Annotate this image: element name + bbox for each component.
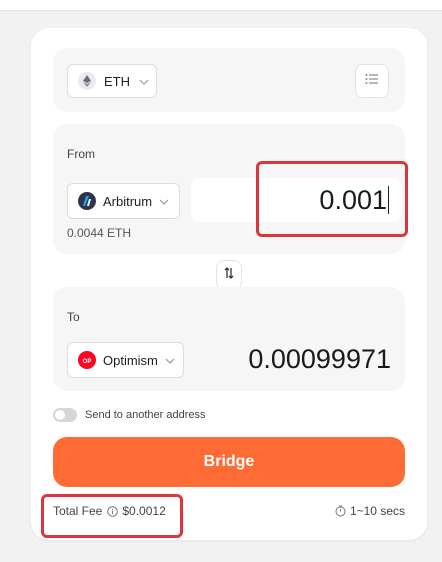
send-toggle-label: Send to another address bbox=[85, 409, 206, 421]
to-chain-name: Optimism bbox=[103, 352, 158, 368]
to-amount-value: 0.00099971 bbox=[248, 344, 391, 374]
swap-button[interactable] bbox=[216, 260, 242, 290]
from-chain-name: Arbitrum bbox=[103, 193, 153, 209]
time-value: 1~10 secs bbox=[349, 504, 405, 518]
time-row: 1~10 secs bbox=[335, 504, 405, 518]
optimism-icon: OP bbox=[78, 351, 96, 369]
from-balance: 0.0044 ETH bbox=[67, 226, 132, 240]
top-bar bbox=[0, 0, 442, 11]
timer-icon bbox=[335, 505, 346, 517]
amount-highlight-box bbox=[256, 161, 408, 237]
list-button[interactable] bbox=[355, 64, 389, 98]
to-chain-select[interactable]: OP Optimism bbox=[67, 342, 184, 378]
eth-icon bbox=[78, 72, 96, 90]
list-icon bbox=[365, 72, 379, 90]
to-label: To bbox=[67, 310, 80, 324]
arbitrum-icon bbox=[78, 192, 96, 210]
token-symbol: ETH bbox=[104, 73, 130, 89]
send-toggle[interactable] bbox=[53, 408, 77, 422]
swap-icon bbox=[223, 266, 235, 285]
chevron-down-icon bbox=[138, 75, 150, 87]
fee-highlight-box bbox=[41, 494, 183, 538]
from-label: From bbox=[67, 147, 95, 161]
bridge-button[interactable]: Bridge bbox=[53, 437, 405, 487]
from-chain-select[interactable]: Arbitrum bbox=[67, 183, 180, 219]
chevron-down-icon bbox=[164, 354, 176, 366]
svg-text:OP: OP bbox=[83, 359, 92, 365]
toggle-knob bbox=[55, 410, 65, 420]
token-select[interactable]: ETH bbox=[67, 64, 157, 98]
chevron-down-icon bbox=[158, 195, 170, 207]
